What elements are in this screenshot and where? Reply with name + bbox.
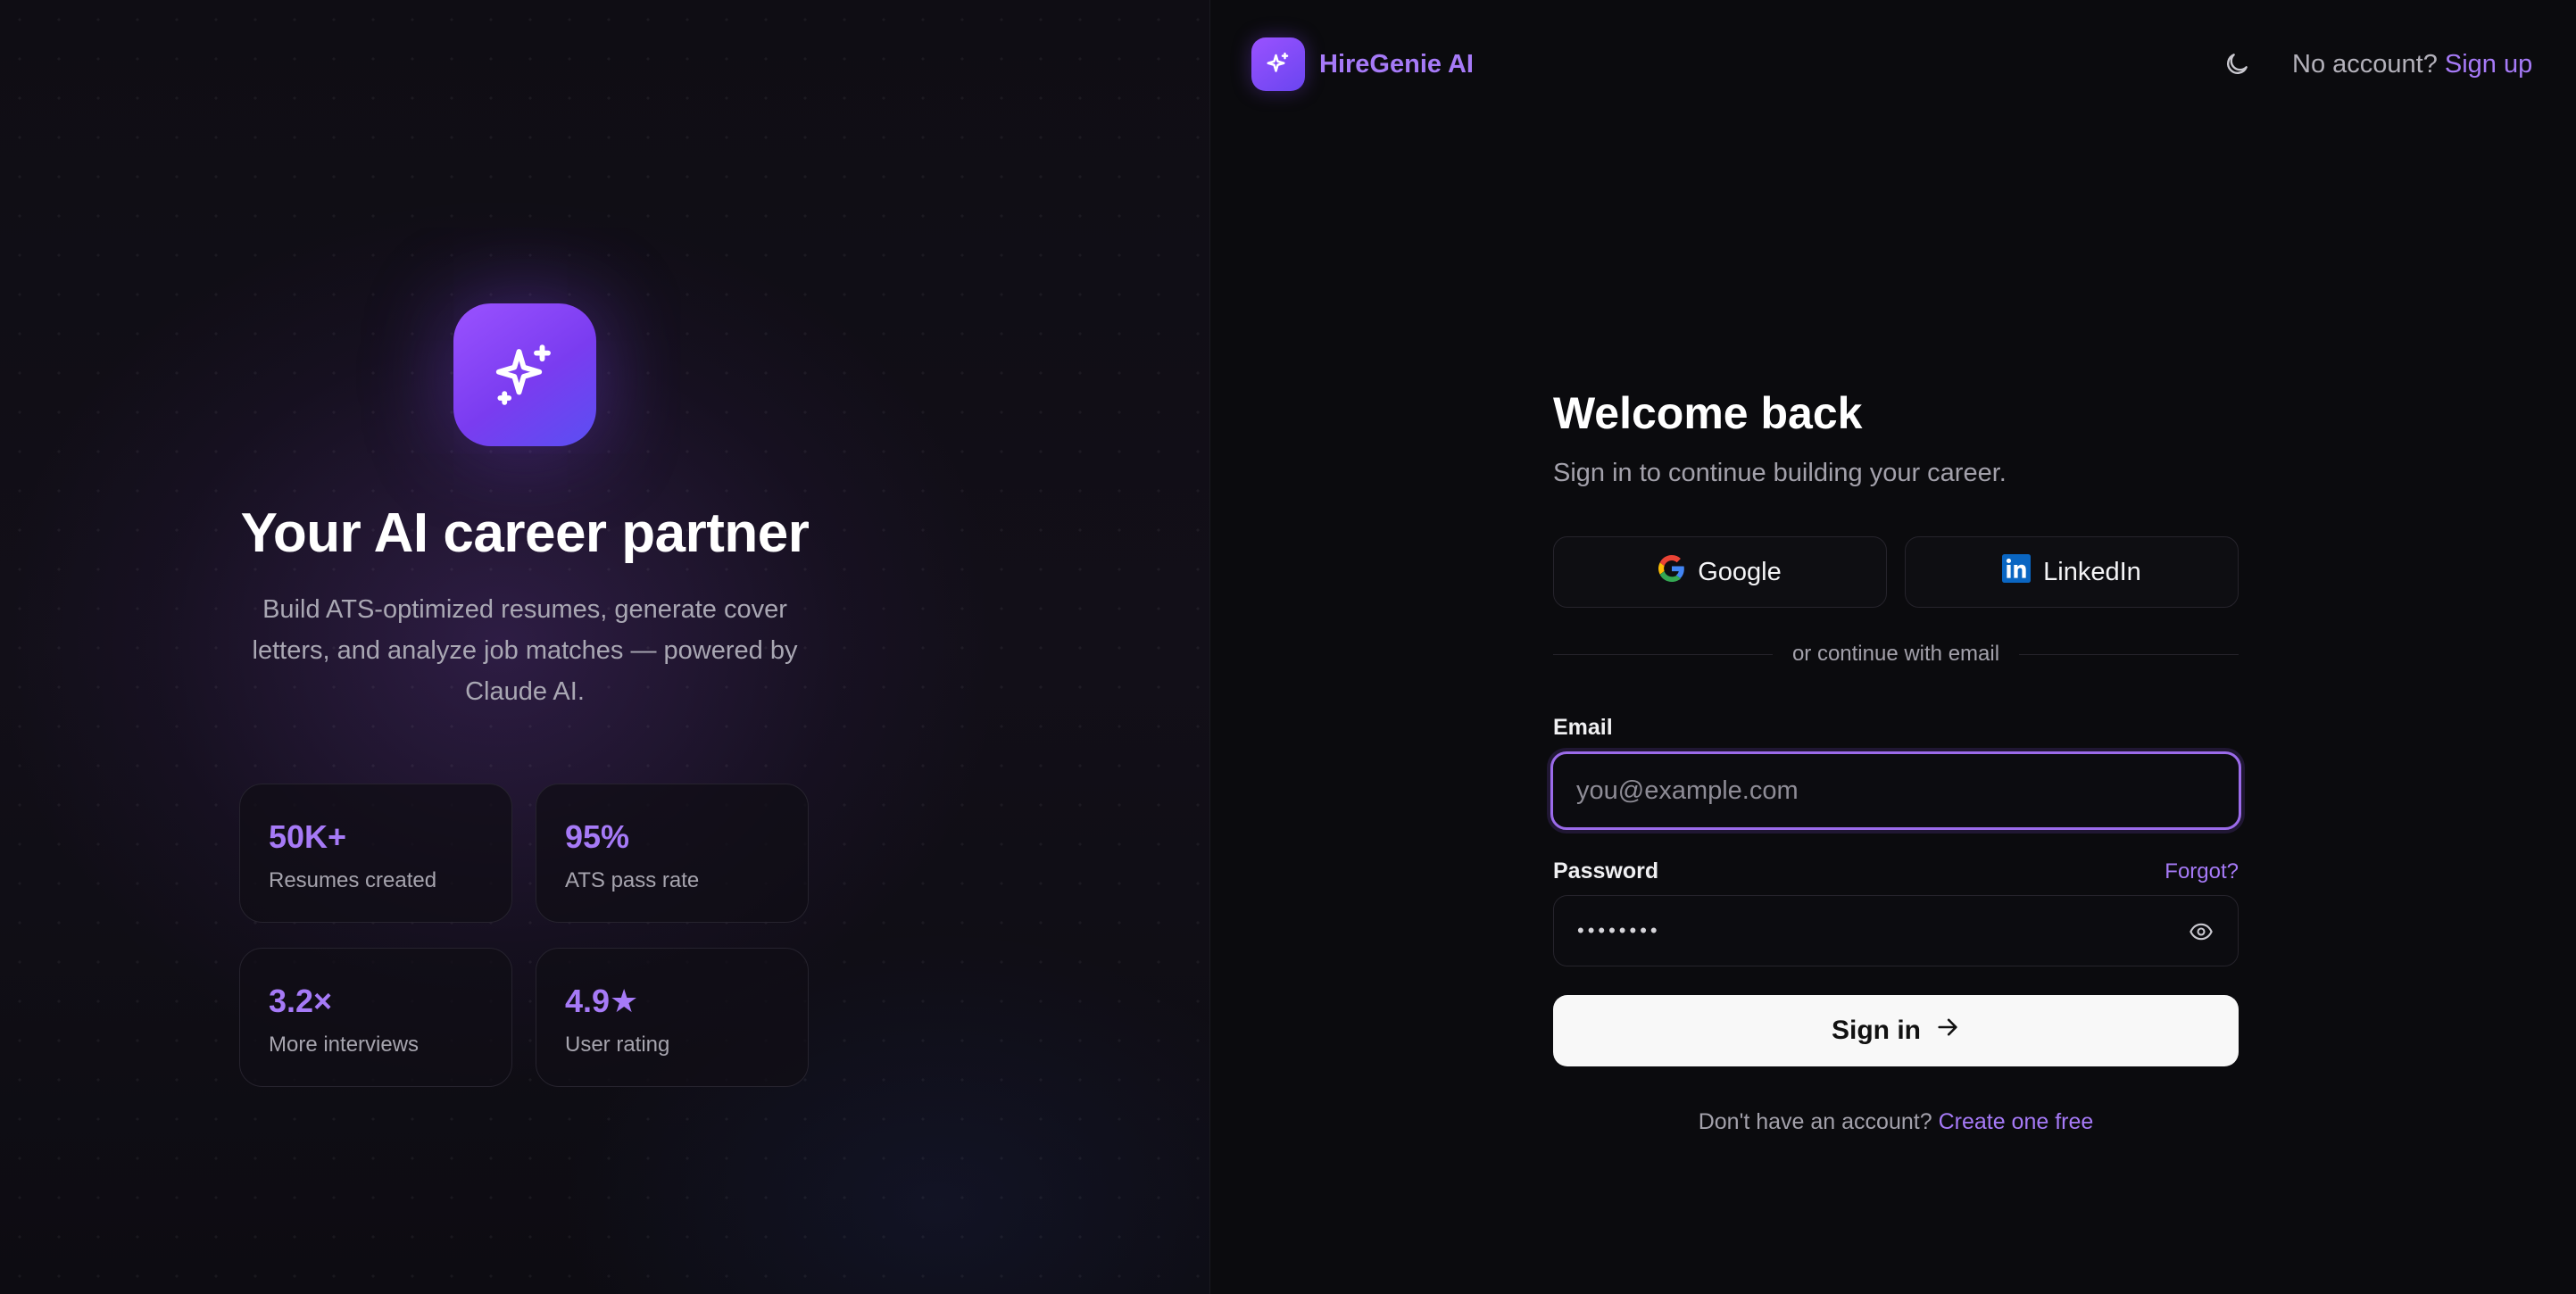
form-subtitle: Sign in to continue building your career…: [1553, 459, 2007, 487]
stat-card: 4.9★ User rating: [536, 948, 809, 1087]
google-login-button[interactable]: Google: [1553, 536, 1887, 608]
stat-label: Resumes created: [269, 868, 437, 892]
sign-in-form: Welcome back Sign in to continue buildin…: [1550, 384, 2241, 1135]
arrow-right-icon: [1935, 1015, 1960, 1047]
stat-card: 95% ATS pass rate: [536, 784, 809, 923]
sign-up-link[interactable]: Sign up: [2445, 50, 2532, 79]
hero-subtitle: Build ATS-optimized resumes, generate co…: [252, 595, 798, 706]
email-label: Email: [1553, 715, 1613, 740]
stat-label: User rating: [565, 1033, 670, 1057]
google-label: Google: [1698, 557, 1782, 586]
stat-value: 95%: [565, 818, 630, 855]
bottom-text: Don't have an account?: [1698, 1109, 1932, 1134]
password-label: Password: [1553, 859, 1659, 883]
sparkles-icon: [453, 303, 596, 446]
stat-label: ATS pass rate: [565, 868, 700, 892]
linkedin-label: LinkedIn: [2043, 557, 2141, 586]
stat-card: 50K+ Resumes created: [239, 784, 512, 923]
hero-panel: Your AI career partner Build ATS-optimiz…: [0, 0, 1210, 1294]
divider-line: [1553, 653, 1773, 655]
form-title: Welcome back: [1553, 388, 1863, 438]
sign-in-button[interactable]: Sign in: [1553, 995, 2239, 1066]
divider-line: [2019, 653, 2239, 655]
divider: or continue with email: [1553, 642, 2239, 667]
divider-text: or continue with email: [1791, 642, 2000, 666]
signup-prompt: Don't have an account? Create one free: [1553, 1109, 2239, 1135]
eye-icon[interactable]: [2188, 919, 2215, 944]
stat-value: 3.2×: [269, 983, 333, 1019]
email-input[interactable]: [1550, 751, 2241, 830]
stat-card: 3.2× More interviews: [239, 948, 512, 1087]
create-account-link[interactable]: Create one free: [1939, 1109, 2094, 1134]
google-icon: [1658, 555, 1685, 589]
hero-title: Your AI career partner: [240, 502, 810, 564]
login-page: Your AI career partner Build ATS-optimiz…: [0, 0, 2576, 1294]
linkedin-login-button[interactable]: LinkedIn: [1905, 536, 2239, 608]
brand-logo-link[interactable]: HireGenie AI: [1251, 37, 1474, 91]
password-label-row: Password Forgot?: [1553, 859, 2239, 884]
social-login-row: Google LinkedIn: [1553, 536, 2239, 608]
password-input[interactable]: ••••••••: [1553, 895, 2239, 966]
sign-in-label: Sign in: [1832, 1016, 1921, 1045]
password-value: ••••••••: [1577, 919, 1661, 941]
brand-name: HireGenie AI: [1319, 49, 1474, 79]
linkedin-icon: [2002, 554, 2032, 590]
forgot-password-link[interactable]: Forgot?: [2165, 859, 2239, 884]
stat-value: 4.9★: [565, 983, 639, 1019]
no-account-text: No account?: [2292, 50, 2438, 79]
stat-value: 50K+: [269, 818, 347, 855]
sparkles-icon: [1251, 37, 1305, 91]
header-signup-prompt: No account? Sign up: [2292, 50, 2532, 79]
stat-label: More interviews: [269, 1033, 420, 1057]
moon-icon[interactable]: [2221, 48, 2253, 80]
